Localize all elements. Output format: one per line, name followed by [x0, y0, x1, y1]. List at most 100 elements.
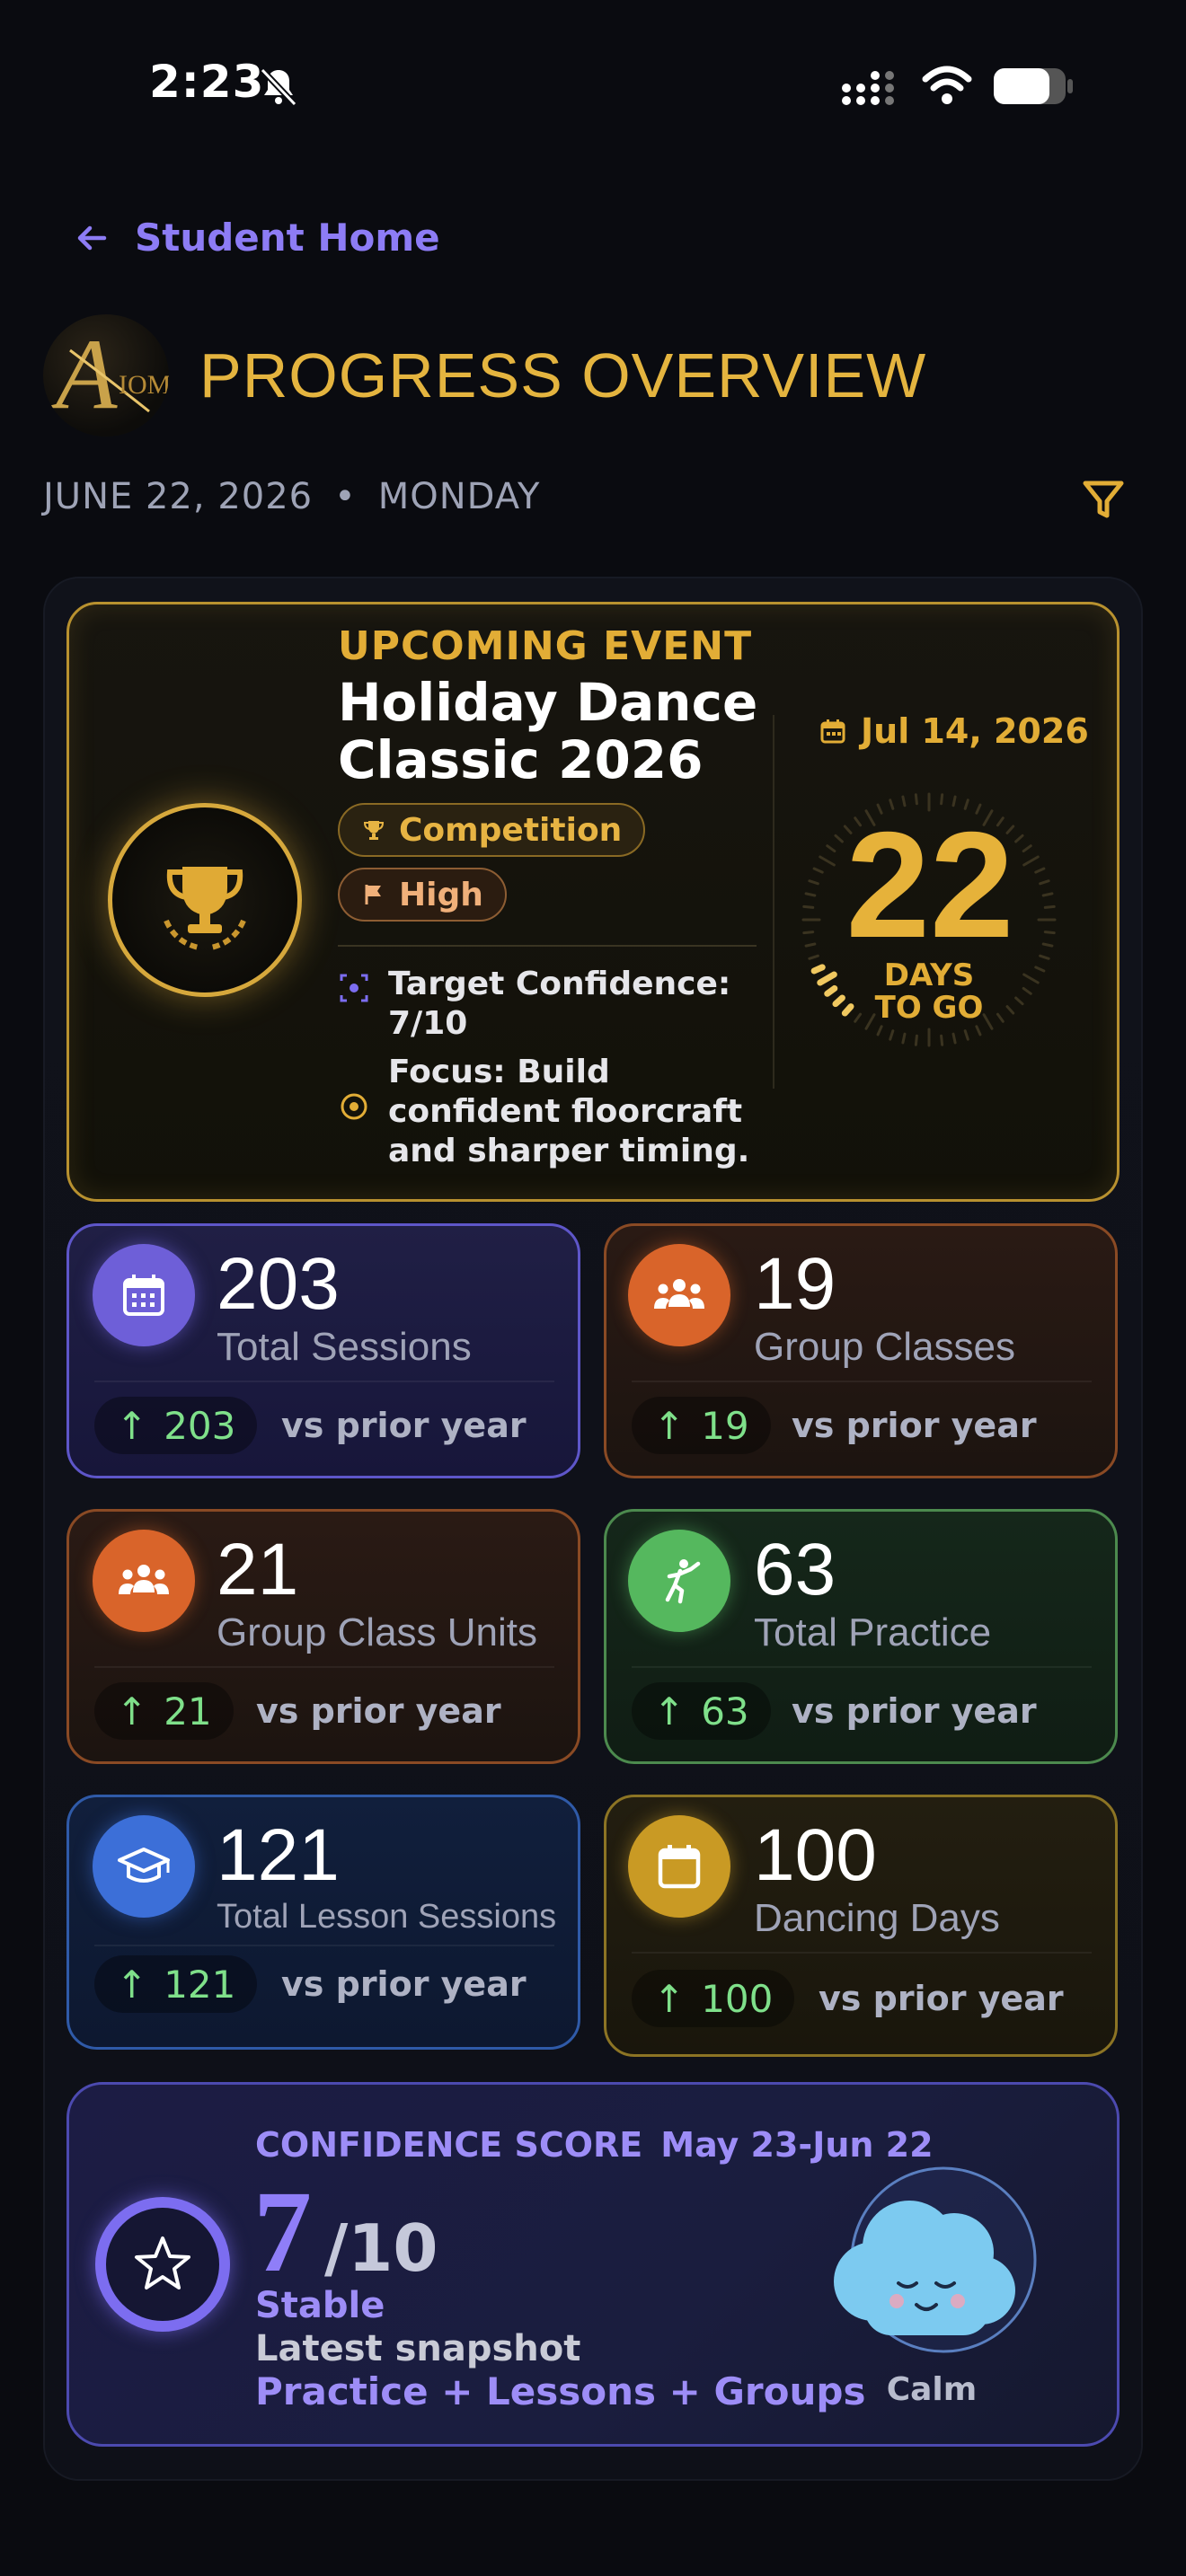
stat-divider: [94, 1945, 554, 1946]
stat-divider: [94, 1666, 554, 1668]
delta-value: 21: [164, 1689, 212, 1734]
stat-card-total-practice[interactable]: 63 Total Practice ↑ 63 vs prior year: [604, 1509, 1118, 1764]
trophy-icon: [164, 867, 246, 950]
delta-pill: ↑ 19: [632, 1397, 771, 1454]
target-focus-icon: [340, 974, 368, 1002]
current-weekday: MONDAY: [377, 476, 541, 517]
dial-tick: [889, 1029, 895, 1041]
back-to-student-home[interactable]: Student Home: [74, 216, 440, 260]
star-icon: [135, 2236, 190, 2289]
date-line: JUNE 22, 2026 • MONDAY: [43, 476, 540, 517]
stat-divider: [632, 1666, 1092, 1668]
stat-card-total-lesson-sessions[interactable]: 121 Total Lesson Sessions ↑ 121 vs prior …: [66, 1795, 580, 2050]
confidence-range: May 23-Jun 22: [660, 2125, 934, 2165]
dial-tick: [901, 1032, 907, 1045]
dancer-icon: [628, 1530, 730, 1632]
stat-value: 100: [754, 1814, 877, 1896]
event-name: Holiday Dance Classic 2026: [338, 672, 758, 790]
dial-tick: [808, 954, 819, 960]
studio-logo: A IOM: [43, 314, 169, 437]
back-label: Student Home: [135, 216, 440, 260]
vs-prior-year: vs prior year: [256, 1691, 501, 1731]
stat-divider: [632, 1952, 1092, 1954]
stat-value: 63: [754, 1529, 836, 1610]
confidence-sources: Practice + Lessons + Groups: [255, 2369, 866, 2413]
delta-value: 63: [701, 1689, 749, 1734]
dial-tick: [963, 1029, 969, 1041]
arrow-up-icon: ↑: [116, 1962, 148, 2007]
arrow-up-icon: ↑: [653, 1689, 686, 1734]
filter-icon[interactable]: [1078, 474, 1128, 525]
to-go-label: TO GO: [874, 990, 984, 1026]
confidence-ring: [95, 2197, 230, 2332]
confidence-title: CONFIDENCE SCORE: [255, 2125, 643, 2165]
dial-tick: [1022, 986, 1032, 995]
stat-card-total-sessions[interactable]: 203 Total Sessions ↑ 203 vs prior year: [66, 1223, 580, 1478]
flag-icon: [365, 885, 381, 904]
calm-cloud-mascot: [810, 2165, 1044, 2380]
group-icon: [93, 1530, 195, 1632]
priority-chip: High: [338, 868, 507, 922]
stat-value: 21: [217, 1529, 299, 1610]
confidence-state: Stable: [255, 2285, 385, 2326]
confidence-score-denominator: /10: [324, 2210, 438, 2286]
stat-label: Total Lesson Sessions: [217, 1898, 557, 1936]
focus-row: Focus: Build confident floorcraft and sh…: [338, 1053, 766, 1171]
dial-tick: [824, 984, 838, 997]
event-type-chip: Competition: [338, 803, 646, 857]
dial-tick: [802, 931, 815, 935]
stat-label: Total Practice: [754, 1610, 992, 1654]
delta-pill: ↑ 121: [94, 1955, 258, 2013]
cellular-signal-icon: [842, 71, 894, 105]
confidence-score: 7 /10: [253, 2174, 438, 2290]
dial-tick: [1034, 966, 1046, 973]
target-confidence-text: Target Confidence: 7/10: [388, 966, 731, 1042]
stat-card-group-classes[interactable]: 19 Group Classes ↑ 19 vs prior year: [604, 1223, 1118, 1478]
delta-value: 19: [701, 1403, 749, 1448]
stat-label: Dancing Days: [754, 1896, 1000, 1940]
delta-pill: ↑ 21: [94, 1682, 234, 1740]
graduation-cap-icon: [93, 1815, 195, 1918]
stat-divider: [94, 1381, 554, 1382]
trophy-small-icon: [363, 821, 385, 840]
wifi-icon: [922, 66, 972, 104]
focus-text: Focus: Build confident floorcraft and sh…: [388, 1054, 750, 1169]
vs-prior-year: vs prior year: [281, 1406, 527, 1445]
dial-tick: [802, 904, 815, 909]
arrow-up-icon: ↑: [116, 1689, 148, 1734]
event-type-label: Competition: [399, 811, 623, 849]
event-divider: [338, 945, 757, 947]
dial-tick: [810, 964, 826, 975]
stat-divider: [632, 1381, 1092, 1382]
dial-tick: [804, 942, 817, 948]
delta-pill: ↑ 100: [632, 1970, 795, 2027]
date-separator: •: [334, 476, 357, 517]
dial-tick: [1041, 942, 1054, 948]
bell-muted-icon: [260, 67, 297, 107]
dial-tick: [940, 1034, 944, 1046]
dial-tick: [1041, 892, 1054, 897]
vs-prior-year: vs prior year: [792, 1691, 1037, 1731]
stat-label: Group Class Units: [217, 1610, 538, 1654]
dial-tick: [817, 971, 837, 986]
stat-label: Group Classes: [754, 1325, 1016, 1369]
current-date: JUNE 22, 2026: [43, 476, 314, 517]
stat-card-dancing-days[interactable]: 100 Dancing Days ↑ 100 vs prior year: [604, 1795, 1118, 2057]
event-date: Jul 14, 2026: [819, 711, 1089, 751]
dial-tick: [1043, 931, 1056, 935]
delta-value: 203: [164, 1403, 236, 1448]
vs-prior-year: vs prior year: [281, 1964, 527, 2004]
delta-pill: ↑ 63: [632, 1682, 771, 1740]
delta-value: 100: [701, 1976, 774, 2021]
svg-text:A: A: [49, 319, 118, 430]
stat-value: 203: [217, 1243, 340, 1325]
dial-tick: [808, 879, 819, 886]
arrow-left-icon: [77, 225, 107, 250]
dial-tick: [876, 1025, 883, 1037]
stat-value: 19: [754, 1243, 836, 1325]
event-vertical-divider: [773, 715, 774, 1089]
stat-card-group-class-units[interactable]: 21 Group Class Units ↑ 21 vs prior year: [66, 1509, 580, 1764]
svg-text:IOM: IOM: [119, 370, 169, 400]
vs-prior-year: vs prior year: [819, 1979, 1064, 2018]
arrow-up-icon: ↑: [653, 1976, 686, 2021]
